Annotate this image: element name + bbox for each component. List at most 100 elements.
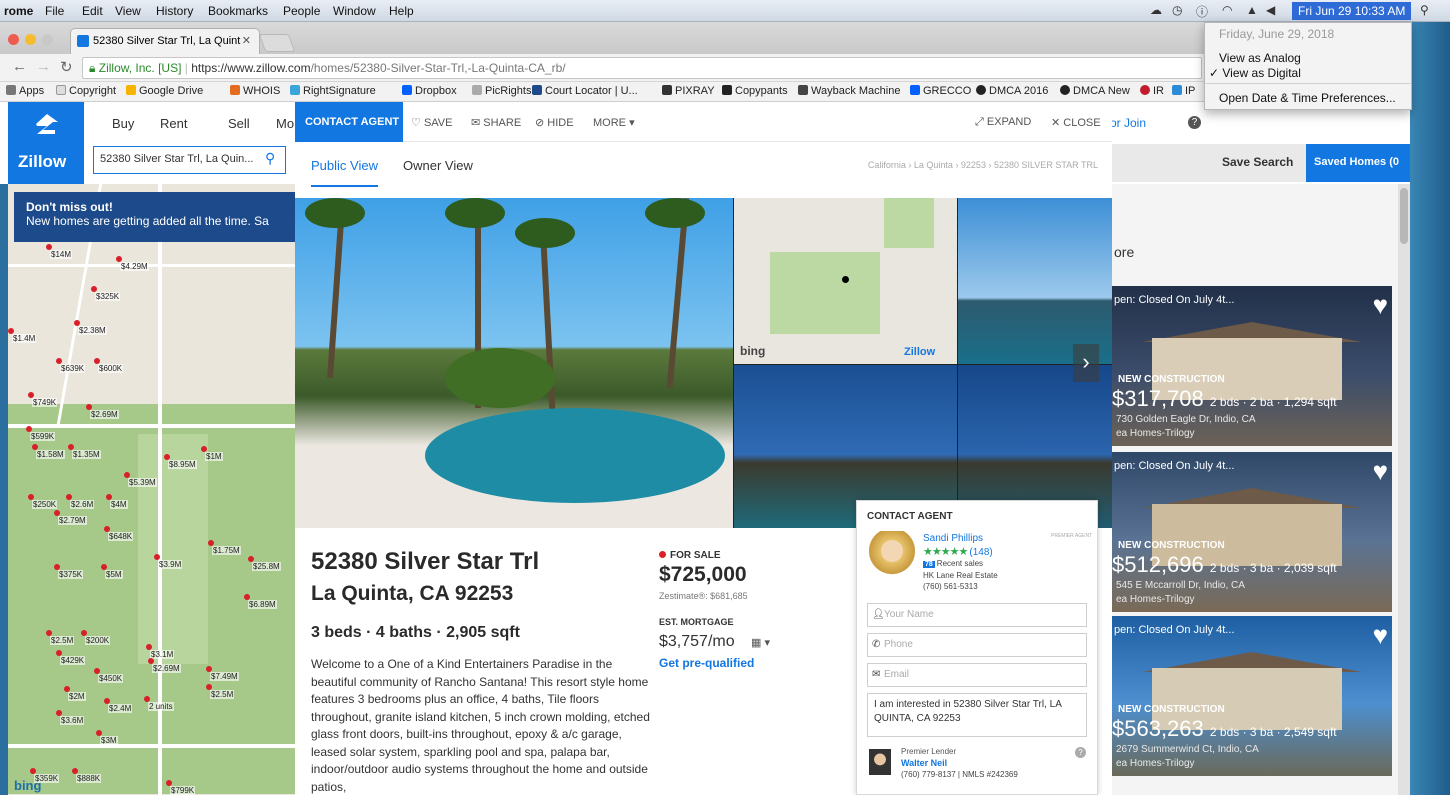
nav-mortgages[interactable]: Mo <box>276 116 294 131</box>
search-icon[interactable]: ⚲ <box>265 150 275 167</box>
agent-avatar[interactable] <box>869 531 915 581</box>
volume-icon[interactable]: ◀ <box>1266 3 1275 17</box>
window-zoom-button[interactable] <box>42 34 53 45</box>
bookmark-dropbox[interactable]: Dropbox <box>402 85 457 97</box>
menubar-app-name[interactable]: rome <box>4 4 33 18</box>
forward-arrow-icon[interactable]: → <box>36 58 51 75</box>
location-breadcrumb[interactable]: California › La Quinta › 92253 › 52380 S… <box>868 160 1098 170</box>
map-price-label[interactable]: $3.6M <box>60 716 85 725</box>
photo-gallery[interactable]: bing Zillow › <box>295 198 1112 528</box>
url-field[interactable]: 🔒︎ Zillow, Inc. [US] | https://www.zillo… <box>82 57 1202 79</box>
bookmark-pixray[interactable]: PIXRAY <box>662 85 715 97</box>
lender-info-icon[interactable]: ? <box>1075 747 1086 758</box>
save-heart-icon[interactable]: ♥ <box>1373 458 1388 484</box>
map-price-label[interactable]: $2.5M <box>50 636 75 645</box>
map-price-label[interactable]: $5.39M <box>128 478 157 487</box>
phone-field[interactable]: ✆ Phone <box>867 633 1087 657</box>
map-price-label[interactable]: $4.29M <box>120 262 149 271</box>
window-minimize-button[interactable] <box>25 34 36 45</box>
map-price-label[interactable]: $1M <box>205 452 223 461</box>
map-price-label[interactable]: $2M <box>68 692 86 701</box>
time-machine-icon[interactable]: ◷ <box>1172 3 1182 17</box>
view-as-analog-option[interactable]: View as Analog <box>1219 51 1301 65</box>
map-price-label[interactable]: $799K <box>170 786 196 795</box>
map-price-label[interactable]: $2.5M <box>210 690 235 699</box>
creative-cloud-icon[interactable]: ☁ <box>1150 3 1162 17</box>
agent-rating[interactable]: ★★★★★ (148) <box>923 545 993 558</box>
map-price-label[interactable]: $2.69M <box>152 664 181 673</box>
menu-window[interactable]: Window <box>333 4 376 18</box>
save-search-button[interactable]: Save Search <box>1222 155 1293 169</box>
browser-tab[interactable]: 52380 Silver Star Trl, La Quint ✕ <box>70 28 260 54</box>
nav-buy[interactable]: Buy <box>112 116 134 131</box>
message-textarea[interactable]: I am interested in 52380 Silver Star Trl… <box>867 693 1087 737</box>
scrollbar-thumb[interactable] <box>1400 188 1408 244</box>
saved-homes-button[interactable]: Saved Homes (0 <box>1306 144 1410 182</box>
results-scrollbar[interactable] <box>1398 184 1410 795</box>
menu-file[interactable]: File <box>45 4 64 18</box>
bookmark-apps[interactable]: Apps <box>6 85 44 97</box>
lender-name-link[interactable]: Walter Neil <box>901 758 947 768</box>
main-listing-photo[interactable] <box>295 198 733 528</box>
map-price-label[interactable]: $648K <box>108 532 134 541</box>
sign-in-join-link[interactable]: or Join <box>1110 116 1146 130</box>
info-icon[interactable]: ⓘ <box>1196 3 1208 20</box>
map-price-label[interactable]: $200K <box>85 636 111 645</box>
map-price-label[interactable]: $14M <box>50 250 73 259</box>
bookmark-google-drive[interactable]: Google Drive <box>126 85 203 97</box>
map-price-label[interactable]: $888K <box>76 774 102 783</box>
bookmark-copypants[interactable]: Copypants <box>722 85 788 97</box>
next-photo-arrow-icon[interactable]: › <box>1073 344 1099 382</box>
back-arrow-icon[interactable]: ← <box>12 58 27 75</box>
map-price-label[interactable]: $4M <box>110 500 128 509</box>
nav-sell[interactable]: Sell <box>228 116 250 131</box>
bookmark-rightsignature[interactable]: RightSignature <box>290 85 376 97</box>
map-price-label[interactable]: $3M <box>100 736 118 745</box>
eject-icon[interactable]: ▲ <box>1246 3 1258 17</box>
nav-rent[interactable]: Rent <box>160 116 187 131</box>
listing-card[interactable]: pen: Closed On July 4t... ♥ NEW CONSTRUC… <box>1112 616 1392 776</box>
zestimate[interactable]: Zestimate®: $681,685 <box>659 591 748 601</box>
bookmark-dmca-new[interactable]: DMCA New <box>1060 85 1130 97</box>
menu-view[interactable]: View <box>115 4 141 18</box>
view-as-digital-option[interactable]: ✓ View as Digital <box>1209 66 1301 80</box>
your-name-field[interactable]: 👤︎ Your Name <box>867 603 1087 627</box>
bookmark-copyright[interactable]: Copyright <box>56 85 116 97</box>
map-price-label[interactable]: $599K <box>30 432 56 441</box>
map-price-label[interactable]: $8.95M <box>168 460 197 469</box>
map-price-label[interactable]: $1.75M <box>212 546 241 555</box>
map-price-label[interactable]: $2.38M <box>78 326 107 335</box>
menu-help[interactable]: Help <box>389 4 414 18</box>
map-price-label[interactable]: $2.4M <box>108 704 133 713</box>
map-price-label[interactable]: $3.9M <box>158 560 183 569</box>
map-price-label[interactable]: $3.1M <box>150 650 175 659</box>
new-homes-banner[interactable]: Don't miss out! New homes are getting ad… <box>14 192 295 242</box>
save-heart-icon[interactable]: ♥ <box>1373 292 1388 318</box>
more-menu-button[interactable]: MORE ▾ <box>593 116 635 129</box>
map-price-label[interactable]: $639K <box>60 364 86 373</box>
agent-name-link[interactable]: Sandi Phillips <box>923 533 983 544</box>
listing-card[interactable]: pen: Closed On July 4t... ♥ NEW CONSTRUC… <box>1112 452 1392 612</box>
bookmark-ip[interactable]: IP <box>1172 85 1195 97</box>
lender-avatar[interactable] <box>869 749 891 775</box>
map-price-label[interactable]: $749K <box>32 398 58 407</box>
map-price-label[interactable]: $375K <box>58 570 84 579</box>
map-price-label[interactable]: $5M <box>105 570 123 579</box>
map-price-label[interactable]: $7.49M <box>210 672 239 681</box>
map-price-label[interactable]: $250K <box>32 500 58 509</box>
map-price-label[interactable]: $450K <box>98 674 124 683</box>
help-icon[interactable]: ? <box>1188 116 1201 129</box>
save-heart-icon[interactable]: ♥ <box>1373 622 1388 648</box>
menu-history[interactable]: History <box>156 4 193 18</box>
map-price-label[interactable]: $6.89M <box>248 600 277 609</box>
tab-owner-view[interactable]: Owner View <box>403 158 473 173</box>
search-input[interactable]: 52380 Silver Star Trl, La Quin... <box>93 146 286 174</box>
zillow-logo[interactable]: Zillow <box>8 102 84 184</box>
map-price-label[interactable]: $1.35M <box>72 450 101 459</box>
map-price-label[interactable]: $1.4M <box>12 334 37 343</box>
bookmark-picrights[interactable]: PicRights <box>472 85 531 97</box>
map-price-label[interactable]: $25.8M <box>252 562 281 571</box>
get-prequalified-link[interactable]: Get pre-qualified <box>659 656 754 670</box>
map-price-label[interactable]: $325K <box>95 292 121 301</box>
map-price-label[interactable]: $600K <box>98 364 124 373</box>
